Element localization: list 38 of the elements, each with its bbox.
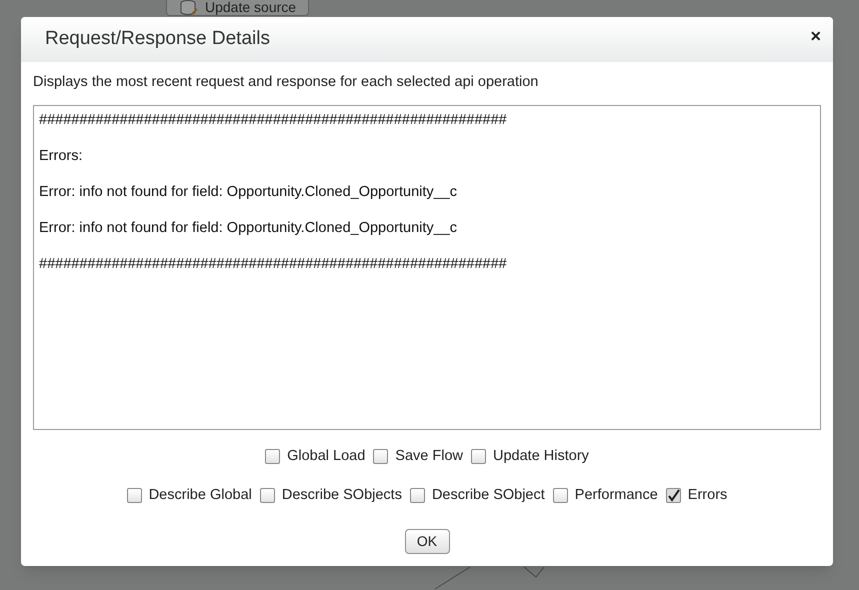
database-icon bbox=[179, 0, 199, 16]
description-text: Displays the most recent request and response for each selected api operation bbox=[33, 73, 540, 92]
option-label: Describe SObject bbox=[432, 486, 545, 504]
checkbox[interactable] bbox=[260, 488, 275, 503]
option-label: Global Load bbox=[287, 446, 366, 466]
option-label: Describe SObjects bbox=[282, 486, 402, 504]
option-label: Describe Global bbox=[148, 486, 252, 504]
flow-node[interactable]: Update source bbox=[166, 0, 309, 16]
log-line: Error: info not found for field: Opportunity.Cloned_Opportunity__c bbox=[39, 218, 458, 237]
option-checkbox[interactable]: Performance bbox=[552, 484, 658, 506]
log-text-area[interactable] bbox=[33, 104, 821, 430]
option-checkbox[interactable]: Save Flow bbox=[373, 446, 463, 468]
dialog-title: Request/Response Details bbox=[45, 27, 270, 52]
checkbox[interactable] bbox=[471, 449, 486, 464]
option-checkbox[interactable]: Describe SObjects bbox=[260, 484, 402, 506]
option-label: Performance bbox=[574, 486, 658, 504]
log-line: Errors: bbox=[39, 146, 84, 165]
log-line: ########################################################## bbox=[39, 254, 508, 273]
node-label: Update source bbox=[205, 0, 296, 14]
option-checkbox[interactable]: Describe SObject bbox=[410, 484, 545, 506]
checkbox[interactable] bbox=[265, 449, 280, 464]
close-button[interactable]: × bbox=[810, 23, 821, 50]
checkbox[interactable] bbox=[552, 488, 568, 503]
checkbox[interactable] bbox=[410, 488, 425, 503]
option-checkbox[interactable]: Global Load bbox=[265, 446, 366, 468]
checkbox[interactable] bbox=[373, 449, 388, 464]
option-label: Errors bbox=[688, 486, 728, 504]
option-checkbox[interactable]: Update History bbox=[471, 446, 589, 468]
option-label: Update History bbox=[493, 446, 589, 466]
checkbox[interactable] bbox=[666, 488, 681, 503]
ok-button[interactable]: OK bbox=[404, 529, 450, 554]
checkmark-icon bbox=[666, 488, 680, 502]
option-label: Save Flow bbox=[395, 446, 463, 466]
checkbox[interactable] bbox=[126, 488, 142, 503]
log-line: ########################################################## bbox=[39, 110, 508, 129]
option-checkbox[interactable]: Describe Global bbox=[126, 484, 252, 506]
log-line: Error: info not found for field: Opportunity.Cloned_Opportunity__c bbox=[39, 182, 458, 201]
option-checkbox[interactable]: Errors bbox=[666, 484, 728, 506]
